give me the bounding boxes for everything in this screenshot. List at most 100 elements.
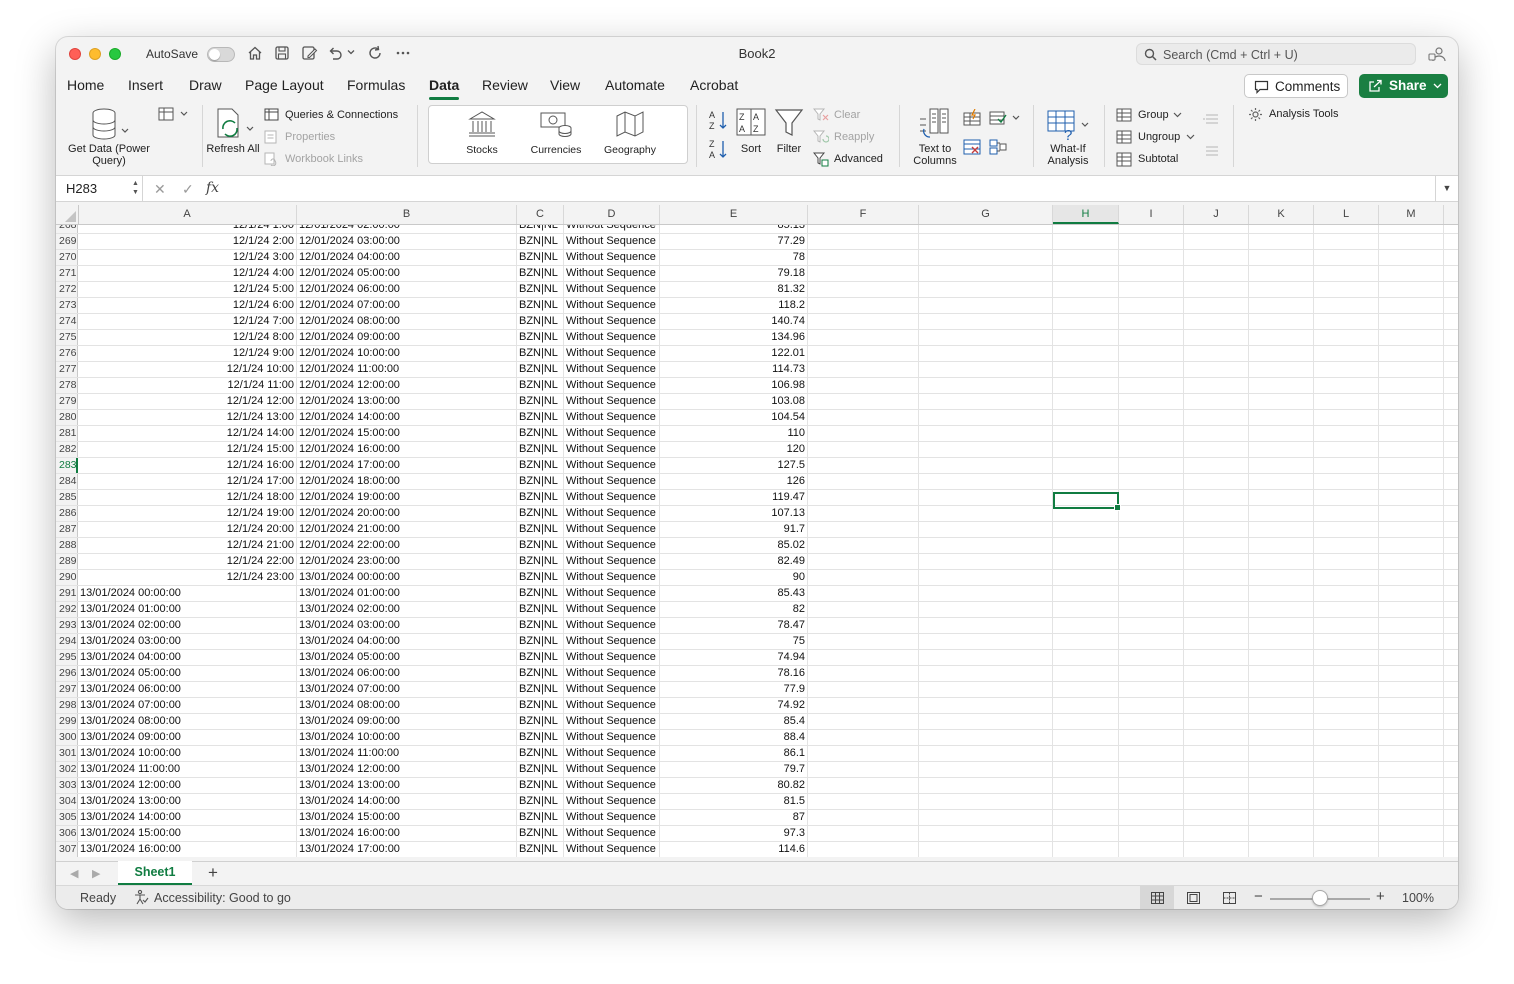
cell-b[interactable]: 13/01/2024 06:00:00 xyxy=(297,666,517,681)
row-header[interactable]: 290 xyxy=(56,570,78,585)
cell-a[interactable]: 12/1/24 2:00 xyxy=(78,234,297,249)
row-header[interactable]: 297 xyxy=(56,682,78,697)
cell-b[interactable]: 12/01/2024 03:00:00 xyxy=(297,234,517,249)
cell-d[interactable]: Without Sequence xyxy=(564,394,660,409)
tab-insert[interactable]: Insert xyxy=(128,77,163,93)
row-header[interactable]: 273 xyxy=(56,298,78,313)
cell-c[interactable]: BZN|NL xyxy=(517,778,564,793)
ungroup-chevron-down-icon[interactable] xyxy=(1186,134,1195,140)
column-header-i[interactable]: I xyxy=(1119,205,1184,224)
cell-e[interactable]: 85.13 xyxy=(660,225,808,233)
tab-review[interactable]: Review xyxy=(482,77,528,93)
search-input[interactable]: Search (Cmd + Ctrl + U) xyxy=(1136,43,1416,65)
row-header[interactable]: 269 xyxy=(56,234,78,249)
cell-b[interactable]: 13/01/2024 11:00:00 xyxy=(297,746,517,761)
zoom-window-button[interactable] xyxy=(109,48,121,60)
column-header-d[interactable]: D xyxy=(564,205,660,224)
cell-d[interactable]: Without Sequence xyxy=(564,682,660,697)
cell-e[interactable]: 75 xyxy=(660,634,808,649)
more-options-icon[interactable] xyxy=(394,44,412,62)
cell-e[interactable]: 122.01 xyxy=(660,346,808,361)
column-header-f[interactable]: F xyxy=(808,205,919,224)
cell-c[interactable]: BZN|NL xyxy=(517,714,564,729)
cell-c[interactable]: BZN|NL xyxy=(517,474,564,489)
cell-c[interactable]: BZN|NL xyxy=(517,554,564,569)
cell-d[interactable]: Without Sequence xyxy=(564,778,660,793)
enter-check-icon[interactable]: ✓ xyxy=(182,181,194,198)
cell-e[interactable]: 114.6 xyxy=(660,842,808,857)
cell-c[interactable]: BZN|NL xyxy=(517,522,564,537)
cell-a[interactable]: 13/01/2024 04:00:00 xyxy=(78,650,297,665)
filter-label[interactable]: Filter xyxy=(769,143,809,155)
cell-b[interactable]: 12/01/2024 18:00:00 xyxy=(297,474,517,489)
tab-home[interactable]: Home xyxy=(67,77,104,93)
insert-function-icon[interactable]: fx xyxy=(206,180,219,196)
column-header-m[interactable]: M xyxy=(1379,205,1444,224)
cell-a[interactable]: 12/1/24 23:00 xyxy=(78,570,297,585)
cell-a[interactable]: 12/1/24 5:00 xyxy=(78,282,297,297)
what-if-analysis-label[interactable]: What-If Analysis xyxy=(1039,143,1097,167)
cell-b[interactable]: 13/01/2024 09:00:00 xyxy=(297,714,517,729)
cell-e[interactable]: 81.32 xyxy=(660,282,808,297)
share-people-icon[interactable] xyxy=(1428,45,1446,63)
ungroup-button[interactable]: Ungroup xyxy=(1138,131,1180,143)
cell-c[interactable]: BZN|NL xyxy=(517,762,564,777)
cell-b[interactable]: 12/01/2024 22:00:00 xyxy=(297,538,517,553)
cell-d[interactable]: Without Sequence xyxy=(564,826,660,841)
cell-c[interactable]: BZN|NL xyxy=(517,250,564,265)
cell-e[interactable]: 77.9 xyxy=(660,682,808,697)
cell-c[interactable]: BZN|NL xyxy=(517,570,564,585)
zoom-slider-handle[interactable] xyxy=(1312,890,1328,906)
cell-c[interactable]: BZN|NL xyxy=(517,442,564,457)
cell-c[interactable]: BZN|NL xyxy=(517,810,564,825)
row-header[interactable]: 301 xyxy=(56,746,78,761)
formula-bar-expand-icon[interactable]: ▼ xyxy=(1435,176,1458,201)
cell-a[interactable]: 13/01/2024 06:00:00 xyxy=(78,682,297,697)
refresh-all-icon[interactable] xyxy=(214,107,258,143)
cell-d[interactable]: Without Sequence xyxy=(564,378,660,393)
data-validation-icon[interactable] xyxy=(963,138,981,156)
cell-c[interactable]: BZN|NL xyxy=(517,826,564,841)
show-detail-icon[interactable] xyxy=(1202,113,1220,125)
selected-cell[interactable] xyxy=(1053,492,1121,511)
cell-e[interactable]: 87 xyxy=(660,810,808,825)
tab-automate[interactable]: Automate xyxy=(605,77,665,93)
cell-c[interactable]: BZN|NL xyxy=(517,458,564,473)
cell-b[interactable]: 13/01/2024 12:00:00 xyxy=(297,762,517,777)
cell-b[interactable]: 13/01/2024 08:00:00 xyxy=(297,698,517,713)
row-header[interactable]: 296 xyxy=(56,666,78,681)
row-header[interactable]: 278 xyxy=(56,378,78,393)
cell-e[interactable]: 90 xyxy=(660,570,808,585)
cell-b[interactable]: 13/01/2024 07:00:00 xyxy=(297,682,517,697)
filter-icon[interactable] xyxy=(774,107,804,139)
cell-a[interactable]: 13/01/2024 02:00:00 xyxy=(78,618,297,633)
cell-d[interactable]: Without Sequence xyxy=(564,506,660,521)
cell-a[interactable]: 13/01/2024 12:00:00 xyxy=(78,778,297,793)
cell-b[interactable]: 13/01/2024 01:00:00 xyxy=(297,586,517,601)
refresh-all-label[interactable]: Refresh All xyxy=(204,143,262,155)
undo-icon[interactable] xyxy=(326,44,344,62)
sheet-tab-sheet1[interactable]: Sheet1 xyxy=(118,861,192,885)
tab-page-layout[interactable]: Page Layout xyxy=(245,77,324,93)
cell-c[interactable]: BZN|NL xyxy=(517,682,564,697)
name-box-stepper-icon[interactable]: ▲ ▼ xyxy=(132,179,139,197)
cell-d[interactable]: Without Sequence xyxy=(564,442,660,457)
cell-b[interactable]: 12/01/2024 06:00:00 xyxy=(297,282,517,297)
cell-c[interactable]: BZN|NL xyxy=(517,282,564,297)
cell-a[interactable]: 12/1/24 11:00 xyxy=(78,378,297,393)
cell-d[interactable]: Without Sequence xyxy=(564,410,660,425)
row-header[interactable]: 306 xyxy=(56,826,78,841)
cell-b[interactable]: 12/01/2024 05:00:00 xyxy=(297,266,517,281)
cell-a[interactable]: 13/01/2024 07:00:00 xyxy=(78,698,297,713)
row-header[interactable]: 285 xyxy=(56,490,78,505)
cell-e[interactable]: 118.2 xyxy=(660,298,808,313)
cell-d[interactable]: Without Sequence xyxy=(564,490,660,505)
analysis-tools-button[interactable]: Analysis Tools xyxy=(1269,108,1339,120)
column-header-k[interactable]: K xyxy=(1249,205,1314,224)
cell-e[interactable]: 78.16 xyxy=(660,666,808,681)
consolidate-icon[interactable] xyxy=(989,138,1007,156)
cell-c[interactable]: BZN|NL xyxy=(517,394,564,409)
cell-e[interactable]: 126 xyxy=(660,474,808,489)
row-header[interactable]: 275 xyxy=(56,330,78,345)
cell-b[interactable]: 13/01/2024 16:00:00 xyxy=(297,826,517,841)
